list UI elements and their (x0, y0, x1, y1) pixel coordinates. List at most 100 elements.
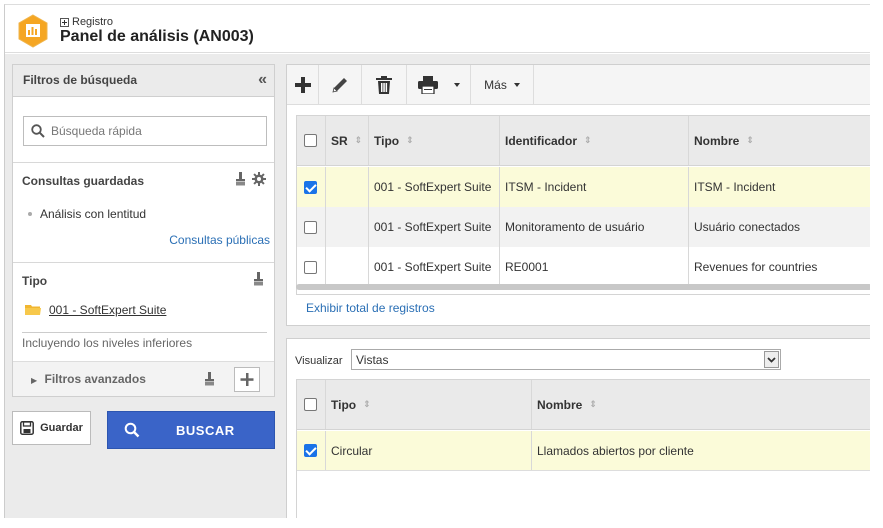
table-row[interactable]: 001 - SoftExpert Suite ITSM - Incident I… (297, 167, 870, 207)
chevron-right-icon: ▶ (31, 376, 38, 385)
saved-query-item[interactable]: Análisis con lentitud (28, 207, 146, 221)
divider (22, 332, 267, 333)
save-icon (20, 421, 35, 435)
visualize-selected-value: Vistas (356, 352, 389, 367)
cell-tipo: 001 - SoftExpert Suite (374, 180, 492, 194)
print-button[interactable] (407, 65, 471, 104)
select-all-checkbox-cell[interactable] (297, 116, 325, 165)
column-label: Identificador (505, 133, 578, 148)
column-label: SR (331, 133, 348, 148)
column-header-nombre[interactable]: Nombre ⇕ (531, 380, 870, 429)
saved-query-label: Análisis con lentitud (40, 207, 147, 221)
chevron-down-icon (453, 82, 460, 87)
expand-icon[interactable] (60, 17, 69, 27)
row-checkbox-cell[interactable] (297, 207, 325, 247)
more-label: Más (484, 77, 507, 92)
column-header-identificador[interactable]: Identificador ⇕ (499, 116, 688, 165)
dropdown-button[interactable] (764, 351, 779, 368)
show-total-records-link[interactable]: Exhibir total de registros (306, 301, 435, 315)
clear-filter-icon[interactable] (204, 372, 215, 386)
search-icon (124, 422, 140, 438)
divider (13, 262, 274, 263)
row-checkbox-cell[interactable] (297, 167, 325, 207)
quick-search-input[interactable] (51, 124, 251, 138)
edit-button[interactable] (319, 65, 362, 104)
column-label: Tipo (374, 133, 400, 148)
table-row[interactable]: Circular Llamados abiertos por cliente (297, 431, 870, 471)
horizontal-scrollbar[interactable] (296, 284, 870, 290)
column-header-tipo[interactable]: Tipo ⇕ (325, 380, 531, 429)
column-header-sr[interactable]: SR ⇕ (325, 116, 368, 165)
cell-nombre: Revenues for countries (694, 260, 818, 274)
delete-button[interactable] (362, 65, 407, 104)
search-icon (31, 124, 45, 138)
trash-icon (376, 75, 392, 94)
visualize-select[interactable]: Vistas (351, 349, 781, 370)
advanced-filters-label: Filtros avanzados (44, 372, 146, 386)
grid-header: SR ⇕ Tipo ⇕ Identificador ⇕ Nombre ⇕ (297, 116, 870, 166)
type-section-title: Tipo (22, 274, 48, 288)
column-label: Nombre (537, 397, 583, 412)
row-checkbox[interactable] (304, 180, 317, 194)
cell-identificador: Monitoramento de usuário (505, 220, 645, 234)
breadcrumb-label: Registro (72, 16, 113, 28)
row-checkbox[interactable] (304, 444, 317, 457)
filters-title: Filtros de búsqueda (23, 73, 138, 87)
select-all-checkbox[interactable] (304, 398, 317, 411)
clear-filter-icon[interactable] (235, 172, 246, 186)
page-header: Registro Panel de análisis (AN003) (5, 5, 870, 53)
select-all-checkbox-cell[interactable] (297, 380, 325, 429)
gear-icon[interactable] (252, 172, 266, 186)
sort-icon[interactable]: ⇕ (363, 399, 371, 410)
select-all-checkbox[interactable] (304, 134, 317, 147)
search-label: BUSCAR (176, 422, 235, 438)
quick-search-box[interactable] (23, 116, 267, 146)
row-checkbox-cell[interactable] (297, 247, 325, 287)
table-row[interactable]: 001 - SoftExpert Suite RE0001 Revenues f… (297, 247, 870, 287)
printer-icon (417, 75, 438, 94)
cell-sr (325, 247, 368, 287)
cell-nombre: Llamados abiertos por cliente (537, 443, 694, 458)
grid-header: Tipo ⇕ Nombre ⇕ (297, 380, 870, 430)
search-button[interactable]: BUSCAR (107, 411, 275, 449)
cell-tipo: Circular (331, 443, 373, 458)
add-button[interactable] (287, 65, 319, 104)
breadcrumb[interactable]: Registro (60, 16, 113, 28)
column-header-nombre[interactable]: Nombre ⇕ (688, 116, 870, 165)
search-filters-panel: Filtros de búsqueda « Consultas guardada… (12, 64, 275, 397)
toolbar: Más (287, 65, 870, 105)
cell-nombre: ITSM - Incident (694, 180, 776, 194)
bullet-icon (28, 212, 32, 216)
row-checkbox[interactable] (304, 220, 317, 234)
save-button[interactable]: Guardar (12, 411, 91, 445)
row-checkbox-cell[interactable] (297, 431, 325, 470)
app-window: Registro Panel de análisis (AN003) Filtr… (4, 4, 870, 518)
cell-identificador: RE0001 (505, 260, 549, 274)
sort-icon[interactable]: ⇕ (406, 135, 414, 146)
sort-icon[interactable]: ⇕ (589, 399, 597, 410)
more-button[interactable]: Más (471, 65, 534, 104)
collapse-icon[interactable]: « (258, 71, 267, 89)
main-content: Filtros de búsqueda « Consultas guardada… (5, 54, 870, 518)
public-queries-link[interactable]: Consultas públicas (169, 233, 270, 247)
row-checkbox[interactable] (304, 260, 317, 274)
visualize-label: Visualizar (295, 355, 343, 367)
type-folder-item[interactable]: 001 - SoftExpert Suite (25, 303, 166, 317)
column-header-tipo[interactable]: Tipo ⇕ (368, 116, 499, 165)
folder-icon (25, 305, 41, 315)
advanced-filters-toggle[interactable]: ▶ Filtros avanzados (31, 372, 146, 386)
views-grid: Tipo ⇕ Nombre ⇕ Circular Llamados abiertos… (296, 379, 870, 518)
add-filter-button[interactable] (234, 367, 260, 392)
clear-filter-icon[interactable] (253, 272, 264, 286)
type-folder-label: 001 - SoftExpert Suite (49, 303, 167, 317)
sort-icon[interactable]: ⇕ (355, 135, 363, 146)
views-panel: Visualizar Vistas Tipo ⇕ Nombre ⇕ Circul… (286, 338, 870, 518)
filters-header: Filtros de búsqueda « (13, 65, 274, 97)
table-row[interactable]: 001 - SoftExpert Suite Monitoramento de … (297, 207, 870, 247)
advanced-filters-row[interactable]: ▶ Filtros avanzados (13, 361, 274, 396)
cell-identificador: ITSM - Incident (505, 180, 587, 194)
sort-icon[interactable]: ⇕ (584, 135, 592, 146)
sort-icon[interactable]: ⇕ (746, 135, 754, 146)
plus-icon (240, 373, 254, 386)
cell-tipo: 001 - SoftExpert Suite (374, 220, 492, 234)
